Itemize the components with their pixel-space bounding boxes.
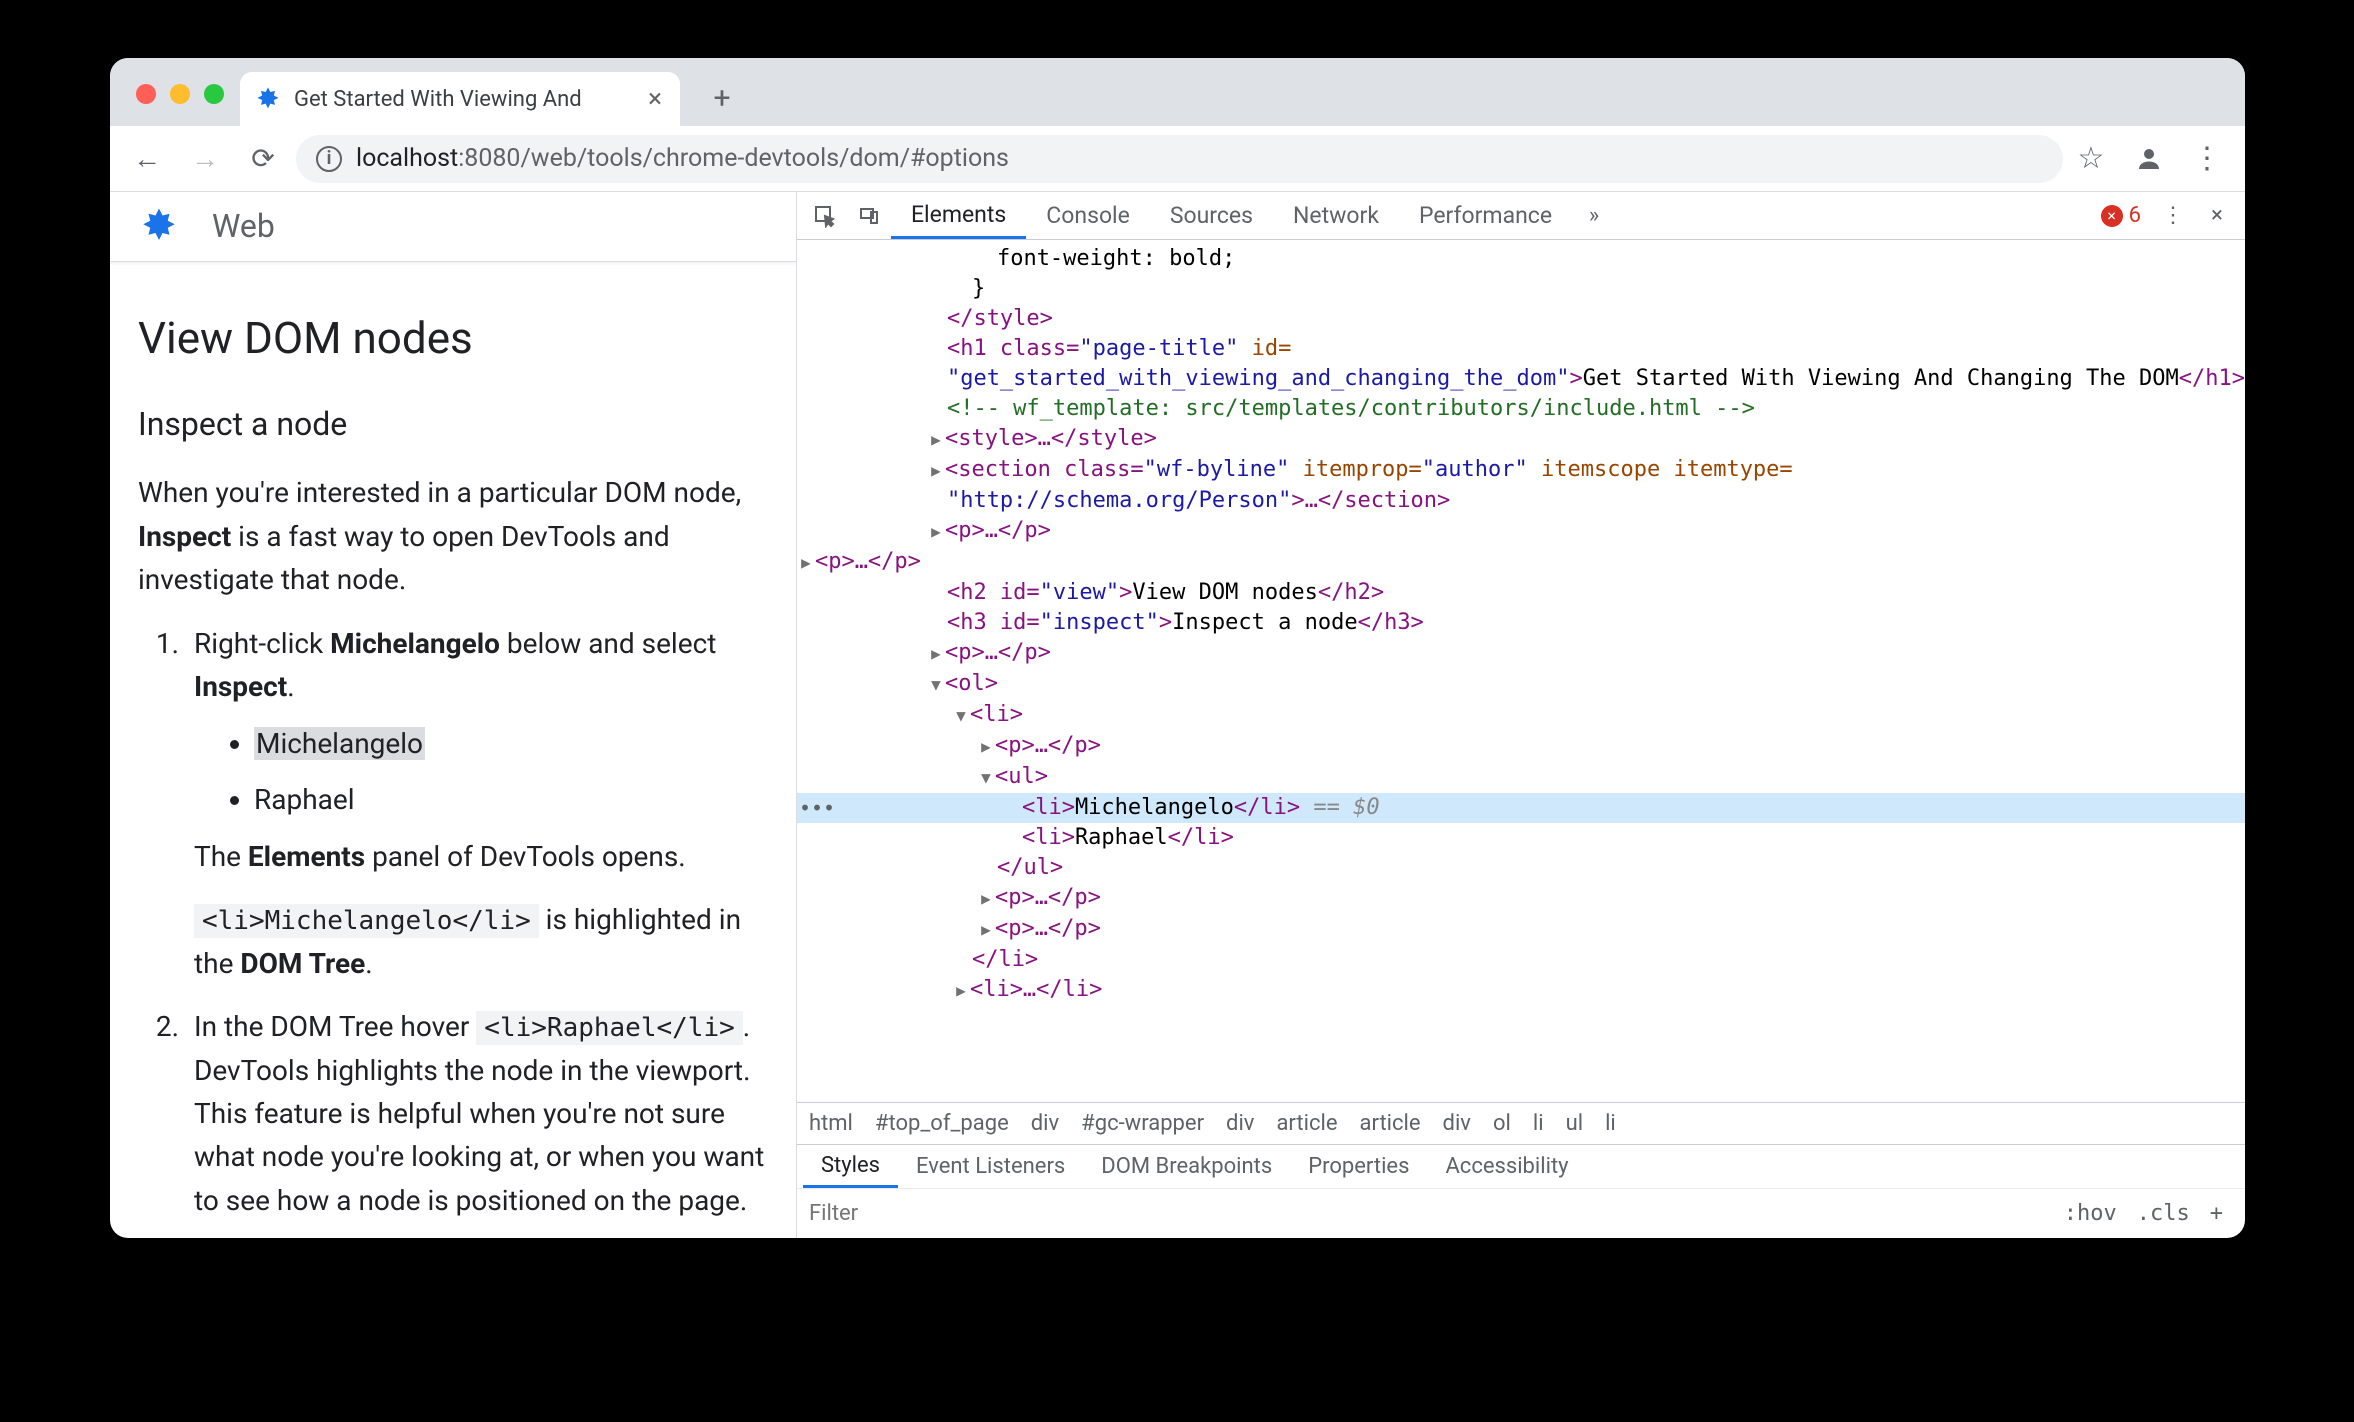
tab-strip: Get Started With Viewing And × + xyxy=(110,58,2245,126)
demo-list-item[interactable]: Michelangelo xyxy=(254,722,768,765)
site-brand: Web xyxy=(212,207,275,245)
crumb[interactable]: div xyxy=(1226,1111,1254,1136)
favicon-icon xyxy=(254,85,282,113)
crumb[interactable]: div xyxy=(1031,1111,1059,1136)
profile-icon[interactable] xyxy=(2129,139,2169,179)
reload-button[interactable]: ⟳ xyxy=(238,134,288,184)
site-logo-icon xyxy=(138,205,180,247)
browser-menu-icon[interactable]: ⋮ xyxy=(2187,139,2227,179)
dom-breadcrumb[interactable]: html #top_of_page div #gc-wrapper div ar… xyxy=(797,1102,2245,1144)
crumb[interactable]: li xyxy=(1605,1111,1616,1136)
crumb[interactable]: article xyxy=(1276,1111,1337,1136)
styles-filter-bar: :hov .cls + xyxy=(797,1188,2245,1238)
crumb[interactable]: div xyxy=(1443,1111,1471,1136)
demo-list-item[interactable]: Raphael xyxy=(254,778,768,821)
window-controls xyxy=(124,84,240,126)
browser-tab[interactable]: Get Started With Viewing And × xyxy=(240,72,680,126)
step-item: In the DOM Tree hover <li>Raphael</li>. … xyxy=(186,1005,768,1222)
new-tab-button[interactable]: + xyxy=(698,74,746,122)
crumb[interactable]: html xyxy=(809,1111,853,1136)
crumb[interactable]: ul xyxy=(1566,1111,1583,1136)
devtools-close-icon[interactable]: × xyxy=(2195,194,2239,238)
forward-button[interactable]: → xyxy=(180,134,230,184)
section-heading: View DOM nodes xyxy=(138,304,768,372)
tab-elements[interactable]: Elements xyxy=(891,192,1026,239)
more-tabs-icon[interactable]: » xyxy=(1572,194,1616,238)
article-body: View DOM nodes Inspect a node When you'r… xyxy=(110,262,796,1238)
sub-tab-properties[interactable]: Properties xyxy=(1290,1145,1427,1188)
sub-tab-accessibility[interactable]: Accessibility xyxy=(1427,1145,1586,1188)
toolbar-right: ☆ ⋮ xyxy=(2071,139,2233,179)
devtools-tabbar: Elements Console Sources Network Perform… xyxy=(797,192,2245,240)
address-bar[interactable]: i localhost:8080/web/tools/chrome-devtoo… xyxy=(296,135,2063,183)
demo-list: Michelangelo Raphael xyxy=(194,722,768,821)
cls-toggle[interactable]: .cls xyxy=(2127,1201,2200,1226)
styles-filter-input[interactable] xyxy=(809,1201,2054,1226)
tab-title: Get Started With Viewing And xyxy=(294,87,632,112)
crumb[interactable]: li xyxy=(1533,1111,1544,1136)
subsection-heading: Inspect a node xyxy=(138,400,768,450)
close-window-button[interactable] xyxy=(136,84,156,104)
sub-tab-styles[interactable]: Styles xyxy=(803,1145,898,1188)
devtools-menu-icon[interactable]: ⋮ xyxy=(2151,194,2195,238)
browser-window: Get Started With Viewing And × + ← → ⟳ i… xyxy=(110,58,2245,1238)
selection-dots-icon: ••• xyxy=(799,793,835,823)
maximize-window-button[interactable] xyxy=(204,84,224,104)
tab-close-button[interactable]: × xyxy=(644,84,666,114)
crumb[interactable]: article xyxy=(1360,1111,1421,1136)
tab-sources[interactable]: Sources xyxy=(1150,192,1273,239)
intro-paragraph: When you're interested in a particular D… xyxy=(138,471,768,601)
browser-toolbar: ← → ⟳ i localhost:8080/web/tools/chrome-… xyxy=(110,126,2245,192)
crumb[interactable]: #top_of_page xyxy=(875,1111,1009,1136)
back-button[interactable]: ← xyxy=(122,134,172,184)
tab-console[interactable]: Console xyxy=(1026,192,1150,239)
error-badge[interactable]: × 6 xyxy=(2091,203,2151,228)
styles-tabbar: Styles Event Listeners DOM Breakpoints P… xyxy=(797,1144,2245,1188)
sub-tab-event-listeners[interactable]: Event Listeners xyxy=(898,1145,1083,1188)
rendered-page: Web View DOM nodes Inspect a node When y… xyxy=(110,192,797,1238)
inspect-element-icon[interactable] xyxy=(803,194,847,238)
site-info-icon[interactable]: i xyxy=(316,146,342,172)
devtools-panel: Elements Console Sources Network Perform… xyxy=(797,192,2245,1238)
bookmark-star-icon[interactable]: ☆ xyxy=(2071,139,2111,179)
page-header: Web xyxy=(110,192,796,262)
step-note: <li>Michelangelo</li> is highlighted in … xyxy=(194,898,768,985)
crumb[interactable]: #gc-wrapper xyxy=(1081,1111,1204,1136)
selected-dom-node[interactable]: ••• <li>Michelangelo</li> == $0 xyxy=(797,793,2245,823)
main-content: Web View DOM nodes Inspect a node When y… xyxy=(110,192,2245,1238)
step-item: Right-click Michelangelo below and selec… xyxy=(186,622,768,986)
tab-network[interactable]: Network xyxy=(1273,192,1399,239)
sub-tab-dom-breakpoints[interactable]: DOM Breakpoints xyxy=(1083,1145,1290,1188)
error-icon: × xyxy=(2101,205,2123,227)
steps-list: Right-click Michelangelo below and selec… xyxy=(138,622,768,1238)
tab-performance[interactable]: Performance xyxy=(1399,192,1572,239)
new-style-rule-icon[interactable]: + xyxy=(2200,1201,2233,1226)
step-note: The Elements panel of DevTools opens. xyxy=(194,835,768,878)
dom-tree[interactable]: font-weight: bold; } </style> <h1 class=… xyxy=(797,240,2245,1102)
minimize-window-button[interactable] xyxy=(170,84,190,104)
device-toolbar-icon[interactable] xyxy=(847,194,891,238)
crumb[interactable]: ol xyxy=(1493,1111,1511,1136)
url-text: localhost:8080/web/tools/chrome-devtools… xyxy=(356,144,1009,173)
hov-toggle[interactable]: :hov xyxy=(2054,1201,2127,1226)
